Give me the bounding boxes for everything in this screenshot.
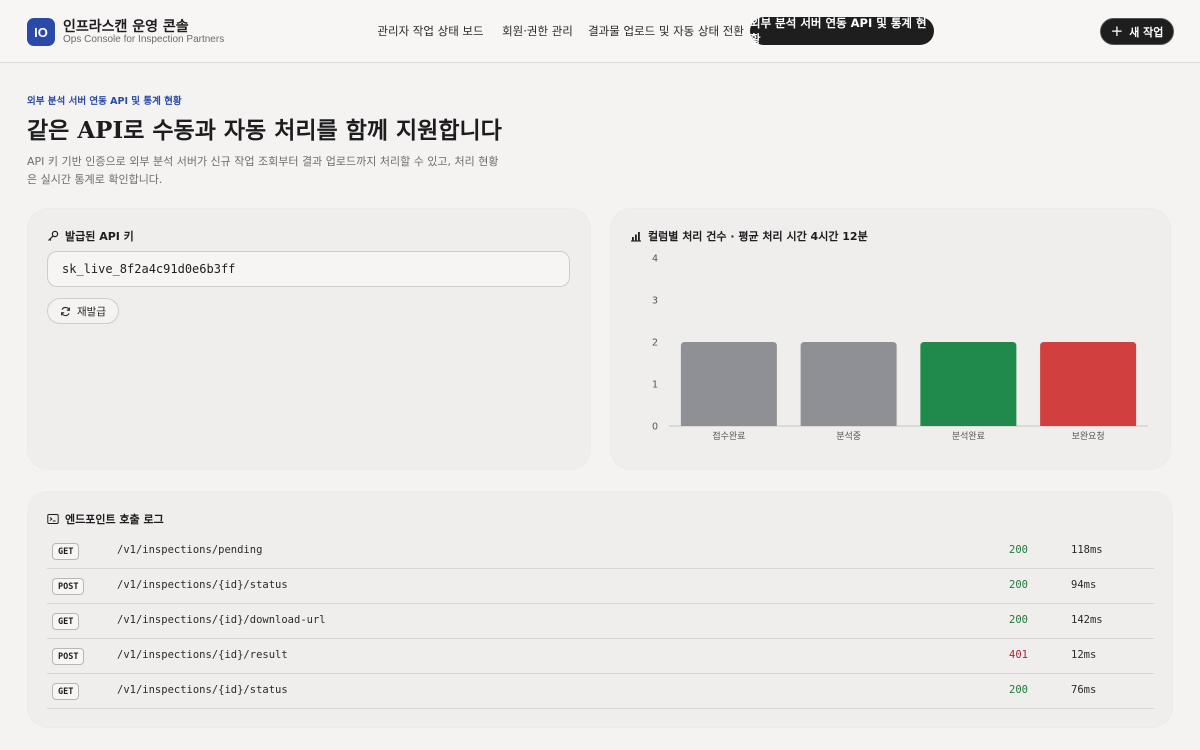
chart-card: 컬럼별 처리 건수 · 평균 처리 시간 4시간 12분 0 1 2 3 4 접수완료 분석…: [611, 209, 1170, 469]
method-badge: POST: [52, 578, 85, 595]
page-title: 같은 API로 수동과 자동 처리를 함께 지원합니다: [27, 117, 502, 144]
new-task-label: 새 작업: [1129, 25, 1164, 39]
log-row[interactable]: GET/v1/inspections/{id}/status 200 76ms: [47, 674, 1154, 709]
key-icon: [48, 230, 59, 241]
log-row[interactable]: POST/v1/inspections/{id}/status 200 94ms: [47, 569, 1154, 604]
section-eyebrow: 외부 분석 서버 연동 API 및 통계 현황: [27, 96, 182, 107]
reissue-label: 재발급: [77, 305, 106, 318]
status-code: 401: [1009, 649, 1028, 661]
method-badge: GET: [52, 613, 80, 630]
y-tick-label: 4: [652, 254, 658, 265]
bar-4[interactable]: [1040, 342, 1137, 426]
log-heading: 엔드포인트 호출 로그: [47, 511, 164, 527]
api-key-heading: 발급된 API 키: [47, 228, 134, 244]
endpoint-log-card: 엔드포인트 호출 로그 GET/v1/inspections/pending 20…: [28, 492, 1172, 727]
status-code: 200: [1009, 544, 1028, 556]
bar-chart: 0 1 2 3 4 접수완료 분석중 분석완료 보완요청: [652, 254, 1148, 442]
response-time: 142ms: [1071, 614, 1103, 626]
endpoint-path: /v1/inspections/{id}/status: [117, 579, 288, 591]
status-code: 200: [1009, 684, 1028, 696]
status-code: 200: [1009, 579, 1028, 591]
plus-icon: +: [1110, 22, 1124, 40]
refresh-icon: [61, 306, 70, 316]
x-category-label: 접수완료: [712, 430, 745, 442]
page-description: API 키 기반 인증으로 외부 분석 서버가 신규 작업 조회부터 결과 업로…: [27, 155, 499, 186]
response-time: 76ms: [1071, 684, 1097, 696]
nav-item-members[interactable]: 회원·권한 관리: [497, 17, 578, 45]
response-time: 94ms: [1071, 579, 1097, 591]
y-tick-label: 2: [652, 338, 658, 349]
reissue-button[interactable]: 재발급: [47, 298, 119, 324]
brand-logo[interactable]: IO: [27, 18, 55, 46]
log-heading-label: 엔드포인트 호출 로그: [65, 513, 164, 526]
method-badge: GET: [52, 543, 80, 560]
y-tick-label: 3: [652, 296, 658, 307]
new-task-button[interactable]: + 새 작업: [1100, 18, 1174, 45]
log-row[interactable]: GET/v1/inspections/{id}/download-url 200 1…: [47, 604, 1154, 639]
response-time: 118ms: [1071, 544, 1103, 556]
y-tick-label: 1: [652, 380, 658, 391]
nav-item-task-board[interactable]: 관리자 작업 상태 보드: [371, 17, 490, 45]
brand-title: 인프라스캔 운영 콘솔: [63, 19, 189, 35]
status-code: 200: [1009, 614, 1028, 626]
nav-item-api-stats[interactable]: 외부 분석 서버 연동 API 및 통계 현황: [750, 16, 934, 46]
endpoint-path: /v1/inspections/{id}/result: [117, 649, 288, 661]
api-key-field[interactable]: sk_live_8f2a4c91d0e6b3ff: [47, 251, 570, 287]
x-category-label: 분석중: [836, 431, 861, 442]
bar-3[interactable]: [920, 342, 1017, 426]
brand-subtitle: Ops Console for Inspection Partners: [63, 34, 225, 45]
log-row[interactable]: POST/v1/inspections/{id}/result 401 12ms: [47, 639, 1154, 674]
y-tick-label: 0: [652, 422, 658, 433]
endpoint-path: /v1/inspections/pending: [117, 544, 263, 556]
endpoint-path: /v1/inspections/{id}/status: [117, 684, 288, 696]
nav-item-upload[interactable]: 결과물 업로드 및 자동 상태 전환: [588, 17, 744, 45]
x-category-label: 분석완료: [952, 431, 985, 442]
terminal-icon: [47, 514, 59, 524]
api-key-heading-label: 발급된 API 키: [65, 230, 134, 243]
response-time: 12ms: [1071, 649, 1097, 661]
method-badge: GET: [52, 683, 80, 700]
top-bar: IO 인프라스캔 운영 콘솔 Ops Console for Inspectio…: [0, 0, 1200, 63]
method-badge: POST: [52, 648, 85, 665]
bar-2[interactable]: [800, 342, 897, 426]
x-category-label: 보완요청: [1072, 431, 1105, 442]
api-key-card: 발급된 API 키 sk_live_8f2a4c91d0e6b3ff 재발급: [28, 209, 590, 469]
log-row[interactable]: GET/v1/inspections/pending 200 118ms: [47, 534, 1154, 569]
bar-1[interactable]: [680, 342, 777, 426]
endpoint-path: /v1/inspections/{id}/download-url: [117, 614, 326, 626]
